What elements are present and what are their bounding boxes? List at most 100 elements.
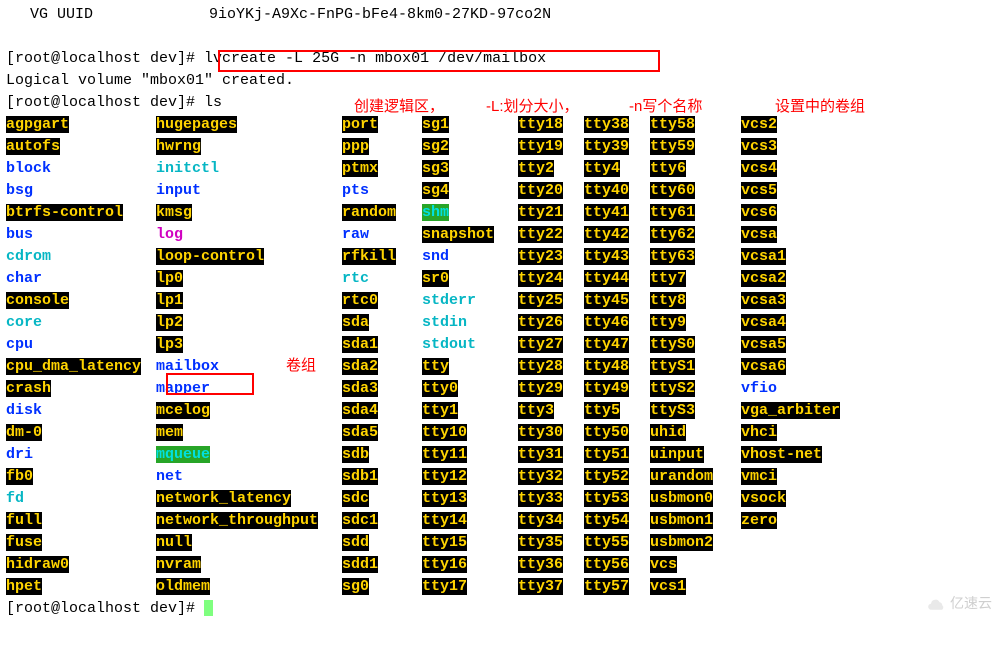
listing-cell: ttyS1 — [650, 356, 741, 378]
file-entry: tty34 — [518, 512, 563, 529]
file-entry: tty58 — [650, 116, 695, 133]
listing-cell: net — [156, 466, 342, 488]
file-entry: vcsa3 — [741, 292, 786, 309]
file-entry: tty8 — [650, 292, 686, 309]
file-entry: tty45 — [584, 292, 629, 309]
listing-cell: char — [6, 268, 156, 290]
watermark: 亿速云 — [928, 592, 992, 614]
file-entry: vcsa5 — [741, 336, 786, 353]
file-entry: tty27 — [518, 336, 563, 353]
listing-cell: sda3 — [342, 378, 422, 400]
listing-cell: network_latency — [156, 488, 342, 510]
highlight-box-mailbox — [166, 373, 254, 395]
file-entry: tty28 — [518, 358, 563, 375]
file-entry: tty39 — [584, 138, 629, 155]
file-entry: tty54 — [584, 512, 629, 529]
file-entry: port — [342, 116, 378, 133]
file-entry: tty42 — [584, 226, 629, 243]
listing-cell: tty32 — [518, 466, 584, 488]
file-entry: tty48 — [584, 358, 629, 375]
file-entry: btrfs-control — [6, 204, 123, 221]
file-entry: tty52 — [584, 468, 629, 485]
listing-cell: sg3 — [422, 158, 518, 180]
listing-cell: tty3 — [518, 400, 584, 422]
file-entry: dri — [6, 446, 33, 463]
file-entry: vhci — [741, 424, 777, 441]
listing-cell: vfio — [741, 378, 777, 400]
file-entry: tty49 — [584, 380, 629, 397]
listing-cell: tty26 — [518, 312, 584, 334]
file-entry: tty47 — [584, 336, 629, 353]
listing-cell: vcsa5 — [741, 334, 786, 356]
file-entry: rfkill — [342, 248, 396, 265]
file-entry: tty31 — [518, 446, 563, 463]
file-entry: sg3 — [422, 160, 449, 177]
listing-cell: sr0 — [422, 268, 518, 290]
listing-cell: mcelog — [156, 400, 342, 422]
listing-cell: tty9 — [650, 312, 741, 334]
file-entry: vcs1 — [650, 578, 686, 595]
file-entry: pts — [342, 182, 369, 199]
file-entry: tty63 — [650, 248, 695, 265]
file-entry: sr0 — [422, 270, 449, 287]
file-entry: bsg — [6, 182, 33, 199]
file-entry: tty50 — [584, 424, 629, 441]
file-entry: zero — [741, 512, 777, 529]
label-create-logic: 创建逻辑区， — [354, 96, 444, 118]
file-entry: vfio — [741, 380, 777, 397]
label-set-vg: 设置中的卷组 — [775, 96, 865, 118]
listing-cell: autofs — [6, 136, 156, 158]
listing-cell: tty — [422, 356, 518, 378]
file-entry: tty16 — [422, 556, 467, 573]
file-entry: block — [6, 160, 51, 177]
file-entry: uhid — [650, 424, 686, 441]
listing-cell: tty6 — [650, 158, 741, 180]
file-entry: network_throughput — [156, 512, 318, 529]
listing-row: dm-0memsda5tty10tty30tty50uhidvhci — [6, 422, 996, 444]
listing-cell: vhci — [741, 422, 777, 444]
prompt-3: [root@localhost dev]# — [6, 600, 204, 617]
listing-cell: ttyS0 — [650, 334, 741, 356]
listing-cell: agpgart — [6, 114, 156, 136]
listing-cell: tty17 — [422, 576, 518, 598]
listing-cell: lp0 — [156, 268, 342, 290]
file-entry: tty21 — [518, 204, 563, 221]
listing-cell: network_throughput — [156, 510, 342, 532]
cursor-icon — [204, 600, 213, 616]
file-entry: sda3 — [342, 380, 378, 397]
listing-cell: log — [156, 224, 342, 246]
file-entry: urandom — [650, 468, 713, 485]
file-entry: tty17 — [422, 578, 467, 595]
listing-cell: vcs — [650, 554, 741, 576]
listing-cell: tty35 — [518, 532, 584, 554]
listing-row: autofshwrngpppsg2tty19tty39tty59vcs3 — [6, 136, 996, 158]
file-entry: tty35 — [518, 534, 563, 551]
terminal[interactable]: VG UUID 9ioYKj-A9Xc-FnPG-bFe4-8km0-27KD-… — [0, 0, 1002, 620]
listing-row: cpulp3sda1stdouttty27tty47ttyS0vcsa5 — [6, 334, 996, 356]
listing-cell: vcsa4 — [741, 312, 786, 334]
listing-cell: block — [6, 158, 156, 180]
listing-cell: tty46 — [584, 312, 650, 334]
listing-row: bsginputptssg4tty20tty40tty60vcs5 — [6, 180, 996, 202]
file-entry: lp3 — [156, 336, 183, 353]
listing-cell: snd — [422, 246, 518, 268]
file-entry: tty19 — [518, 138, 563, 155]
listing-cell: tty36 — [518, 554, 584, 576]
file-entry: snapshot — [422, 226, 494, 243]
file-entry: vcsa2 — [741, 270, 786, 287]
listing-cell: initctl — [156, 158, 342, 180]
listing-cell: rtc — [342, 268, 422, 290]
file-entry: cpu_dma_latency — [6, 358, 141, 375]
file-entry: sdb — [342, 446, 369, 463]
file-entry: uinput — [650, 446, 704, 463]
listing-cell: hugepages — [156, 114, 342, 136]
listing-cell: vcs1 — [650, 576, 741, 598]
file-entry: null — [156, 534, 192, 551]
listing-cell: rfkill — [342, 246, 422, 268]
file-entry: hpet — [6, 578, 42, 595]
file-entry: fd — [6, 490, 24, 507]
file-entry: tty36 — [518, 556, 563, 573]
listing-cell: vhost-net — [741, 444, 822, 466]
file-entry: tty32 — [518, 468, 563, 485]
file-entry: vcs6 — [741, 204, 777, 221]
